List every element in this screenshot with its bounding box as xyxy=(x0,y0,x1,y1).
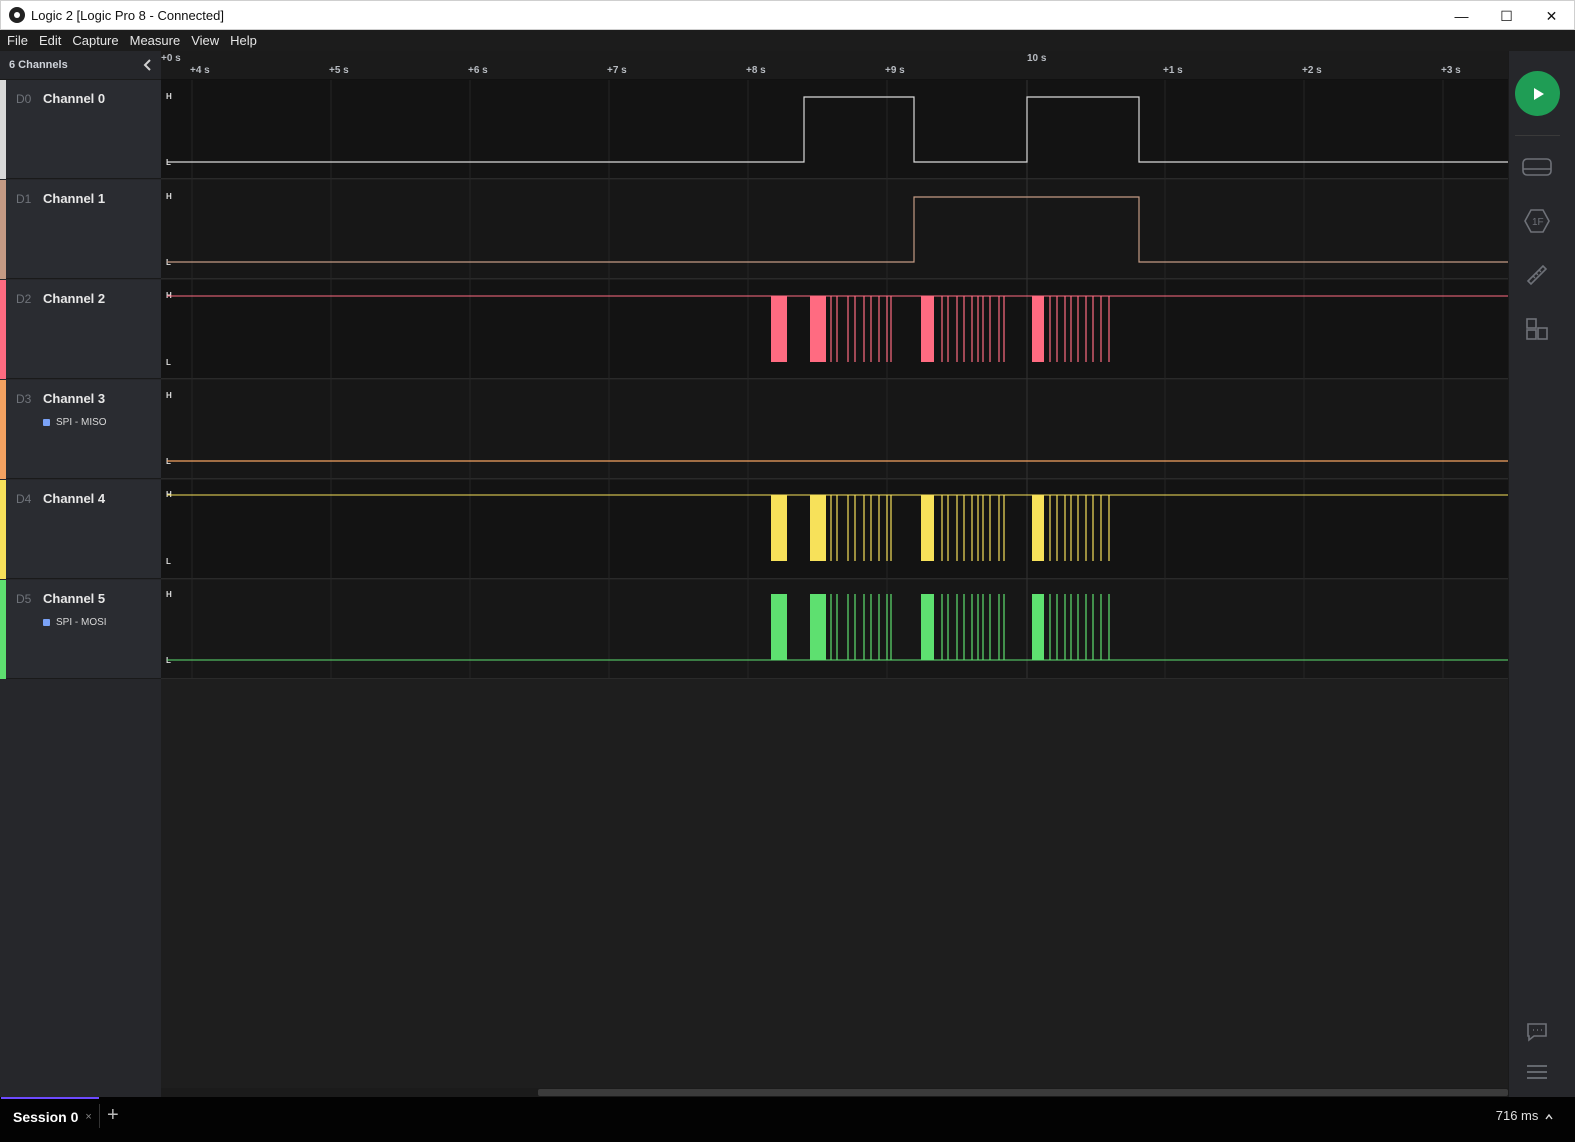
channel-4-trace xyxy=(167,494,1508,561)
analyzer-hex-icon: 1F xyxy=(1524,209,1550,233)
zoom-indicator[interactable]: 716 ms xyxy=(1496,1108,1553,1123)
channel-name[interactable]: Channel 3 xyxy=(43,391,105,406)
logic-app-icon xyxy=(9,7,25,23)
channel-2-trace xyxy=(167,295,1508,362)
ruler-tick: +6 s xyxy=(468,65,488,76)
svg-text:1F: 1F xyxy=(1532,217,1544,228)
channel-row-d1[interactable]: D1 Channel 1 xyxy=(0,180,161,279)
channel-5-trace xyxy=(167,594,1508,661)
time-gridlines xyxy=(191,80,1444,678)
scrollbar-thumb[interactable] xyxy=(538,1089,1508,1096)
menu-capture[interactable]: Capture xyxy=(72,33,118,48)
channel-0-trace xyxy=(167,96,1508,163)
analyzer-label: SPI - MOSI xyxy=(56,617,107,628)
channel-color-bar xyxy=(0,280,6,379)
start-capture-button[interactable] xyxy=(1515,71,1560,116)
chevron-left-icon[interactable] xyxy=(143,59,153,71)
channel-row-d0[interactable]: D0 Channel 0 xyxy=(0,80,161,179)
channel-name[interactable]: Channel 1 xyxy=(43,191,105,206)
extensions-icon xyxy=(1526,318,1548,340)
ruler-tick: 10 s xyxy=(1027,53,1047,64)
session-bar xyxy=(0,1097,1575,1142)
menu-edit[interactable]: Edit xyxy=(39,33,61,48)
main-menu-button[interactable] xyxy=(1522,1057,1552,1087)
ruler-tick: +8 s xyxy=(746,65,766,76)
extensions-button[interactable] xyxy=(1522,314,1552,344)
menu-help[interactable]: Help xyxy=(230,33,257,48)
menu-measure[interactable]: Measure xyxy=(130,33,181,48)
device-settings-button[interactable] xyxy=(1522,152,1552,182)
channel-name[interactable]: Channel 5 xyxy=(43,591,105,606)
chat-icon xyxy=(1527,1023,1547,1042)
ruler-tick: +1 s xyxy=(1163,65,1183,76)
channel-row-d4[interactable]: D4 Channel 4 xyxy=(0,480,161,579)
analyzer-color-swatch xyxy=(43,419,50,426)
waveform-traces[interactable] xyxy=(161,80,1508,680)
channel-color-bar xyxy=(0,380,6,479)
device-icon xyxy=(1522,158,1552,176)
play-icon xyxy=(1533,87,1544,100)
channel-name[interactable]: Channel 4 xyxy=(43,491,105,506)
ruler-tick: +9 s xyxy=(885,65,905,76)
chevron-up-icon xyxy=(1545,1113,1553,1120)
analyzer-label: SPI - MISO xyxy=(56,417,107,428)
channel-row-d5[interactable]: D5 Channel 5 SPI - MOSI xyxy=(0,580,161,679)
sidebar-header: 6 Channels xyxy=(0,51,161,80)
channel-color-bar xyxy=(0,180,6,279)
menu-view[interactable]: View xyxy=(191,33,219,48)
session-tab[interactable]: Session 0 × xyxy=(1,1097,99,1135)
analyzer-color-swatch xyxy=(43,619,50,626)
window-title: Logic 2 [Logic Pro 8 - Connected] xyxy=(31,7,224,23)
close-button[interactable]: ✕ xyxy=(1529,1,1574,31)
ruler-tick: +2 s xyxy=(1302,65,1322,76)
channel-name[interactable]: Channel 0 xyxy=(43,91,105,106)
session-tab-label: Session 0 xyxy=(13,1109,79,1125)
maximize-button[interactable]: ☐ xyxy=(1484,1,1529,31)
channel-row-d2[interactable]: D2 Channel 2 xyxy=(0,280,161,379)
title-bar: Logic 2 [Logic Pro 8 - Connected] — ☐ ✕ xyxy=(0,0,1575,30)
ruler-tick: +5 s xyxy=(329,65,349,76)
ruler-tick: +3 s xyxy=(1441,65,1461,76)
ruler-tick: +4 s xyxy=(190,65,210,76)
feedback-button[interactable] xyxy=(1522,1017,1552,1047)
time-ruler[interactable]: +0 s +4 s +5 s +6 s +7 s +8 s +9 s 10 s … xyxy=(161,51,1508,80)
channel-color-bar xyxy=(0,80,6,179)
toolbar-divider xyxy=(1515,135,1560,136)
ruler-icon xyxy=(1526,264,1548,286)
ruler-tick: +7 s xyxy=(607,65,627,76)
channel-id: D2 xyxy=(16,292,32,306)
channel-id: D1 xyxy=(16,192,32,206)
channel-color-bar xyxy=(0,580,6,679)
channel-id: D3 xyxy=(16,392,32,406)
menu-bar: File Edit Capture Measure View Help xyxy=(0,30,1575,51)
analyzers-button[interactable]: 1F xyxy=(1522,206,1552,236)
channel-id: D4 xyxy=(16,492,32,506)
measurements-button[interactable] xyxy=(1522,260,1552,290)
channel-name[interactable]: Channel 2 xyxy=(43,291,105,306)
hamburger-icon xyxy=(1527,1065,1547,1079)
channel-count: 6 Channels xyxy=(9,59,68,71)
ruler-origin-label: +0 s xyxy=(161,53,181,64)
channel-row-d3[interactable]: D3 Channel 3 SPI - MISO xyxy=(0,380,161,479)
tab-divider xyxy=(99,1104,100,1128)
channel-color-bar xyxy=(0,480,6,579)
channel-id: D5 xyxy=(16,592,32,606)
analyzer-tag[interactable]: SPI - MISO xyxy=(43,417,107,428)
close-session-icon[interactable]: × xyxy=(85,1111,91,1123)
channel-id: D0 xyxy=(16,92,32,106)
menu-file[interactable]: File xyxy=(7,33,28,48)
analyzer-tag[interactable]: SPI - MOSI xyxy=(43,617,107,628)
add-session-button[interactable]: + xyxy=(107,1104,119,1127)
minimize-button[interactable]: — xyxy=(1439,1,1484,31)
channel-1-trace xyxy=(167,196,1508,263)
zoom-value: 716 ms xyxy=(1495,1108,1539,1123)
